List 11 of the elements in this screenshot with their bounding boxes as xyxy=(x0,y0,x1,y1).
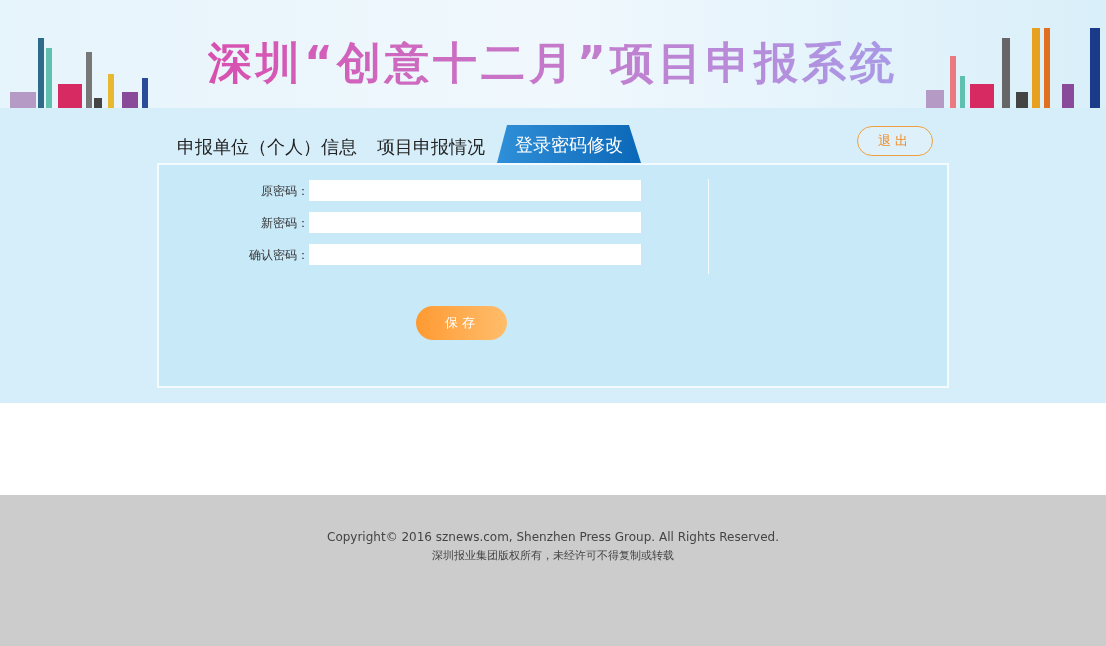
password-field[interactable] xyxy=(309,180,641,201)
tab[interactable]: 项目申报情况 xyxy=(377,125,485,163)
tab[interactable]: 登录密码修改 xyxy=(497,125,641,163)
field-label: 新密码： xyxy=(260,214,309,232)
tab[interactable]: 申报单位（个人）信息 xyxy=(177,125,357,163)
field-label: 原密码： xyxy=(260,182,309,200)
field-label: 确认密码： xyxy=(248,246,309,264)
password-field[interactable] xyxy=(309,244,641,265)
copyright-text: Copyright© 2016 sznews.com, Shenzhen Press Group. All Rights Reserved. xyxy=(327,529,779,546)
password-field[interactable] xyxy=(309,212,641,233)
copyright-notice: 深圳报业集团版权所有，未经许可不得复制或转载 xyxy=(432,548,674,564)
